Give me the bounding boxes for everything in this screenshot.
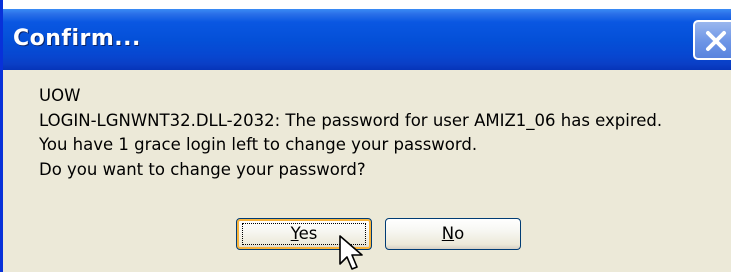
no-mnemonic: N <box>441 224 455 243</box>
message-line-3: You have 1 grace login left to change yo… <box>39 135 478 154</box>
message-line-1: UOW <box>39 86 81 105</box>
no-label-rest: o <box>454 224 465 243</box>
dialog-title: Confirm... <box>13 26 141 51</box>
title-bar[interactable]: Confirm... <box>3 0 731 70</box>
no-button-label: No <box>442 224 464 243</box>
message-line-4: Do you want to change your password? <box>39 159 366 179</box>
confirm-dialog: Confirm... UOW LOGIN-LGNWNT32.DLL-2032: … <box>0 0 731 272</box>
dialog-body: UOW LOGIN-LGNWNT32.DLL-2032: The passwor… <box>3 70 731 272</box>
title-bar-top-edge <box>3 0 731 9</box>
message-text: UOW LOGIN-LGNWNT32.DLL-2032: The passwor… <box>39 84 662 182</box>
close-button[interactable] <box>693 20 731 60</box>
no-button[interactable]: No <box>385 218 521 250</box>
close-icon <box>706 31 726 51</box>
arrow-cursor-icon <box>339 235 363 270</box>
message-line-2: LOGIN-LGNWNT32.DLL-2032: The password fo… <box>39 110 663 130</box>
